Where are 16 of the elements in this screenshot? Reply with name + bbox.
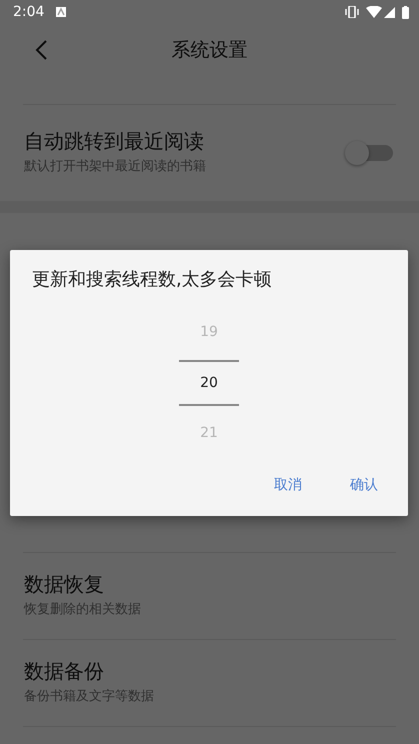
signal-icon <box>384 6 395 18</box>
setting-title: 自动跳转到最近阅读 <box>24 129 205 154</box>
battery-icon <box>402 6 409 18</box>
notification-icon <box>56 7 66 17</box>
setting-title: 数据恢复 <box>24 572 105 596</box>
setting-title: 数据备份 <box>24 659 105 684</box>
wifi-icon <box>366 6 382 18</box>
dialog-title: 更新和搜索线程数,太多会卡顿 <box>31 268 273 292</box>
vibrate-icon <box>344 6 360 18</box>
dialog-button[interactable]: 确认 <box>338 469 390 502</box>
back-icon[interactable] <box>35 40 47 60</box>
status-time: 2:04 <box>13 2 44 22</box>
toggle-switch[interactable] <box>345 140 395 166</box>
dialog-button[interactable]: 取消 <box>262 469 314 502</box>
page-title: 系统设置 <box>172 38 248 63</box>
picker-value[interactable]: 20 <box>179 360 239 406</box>
